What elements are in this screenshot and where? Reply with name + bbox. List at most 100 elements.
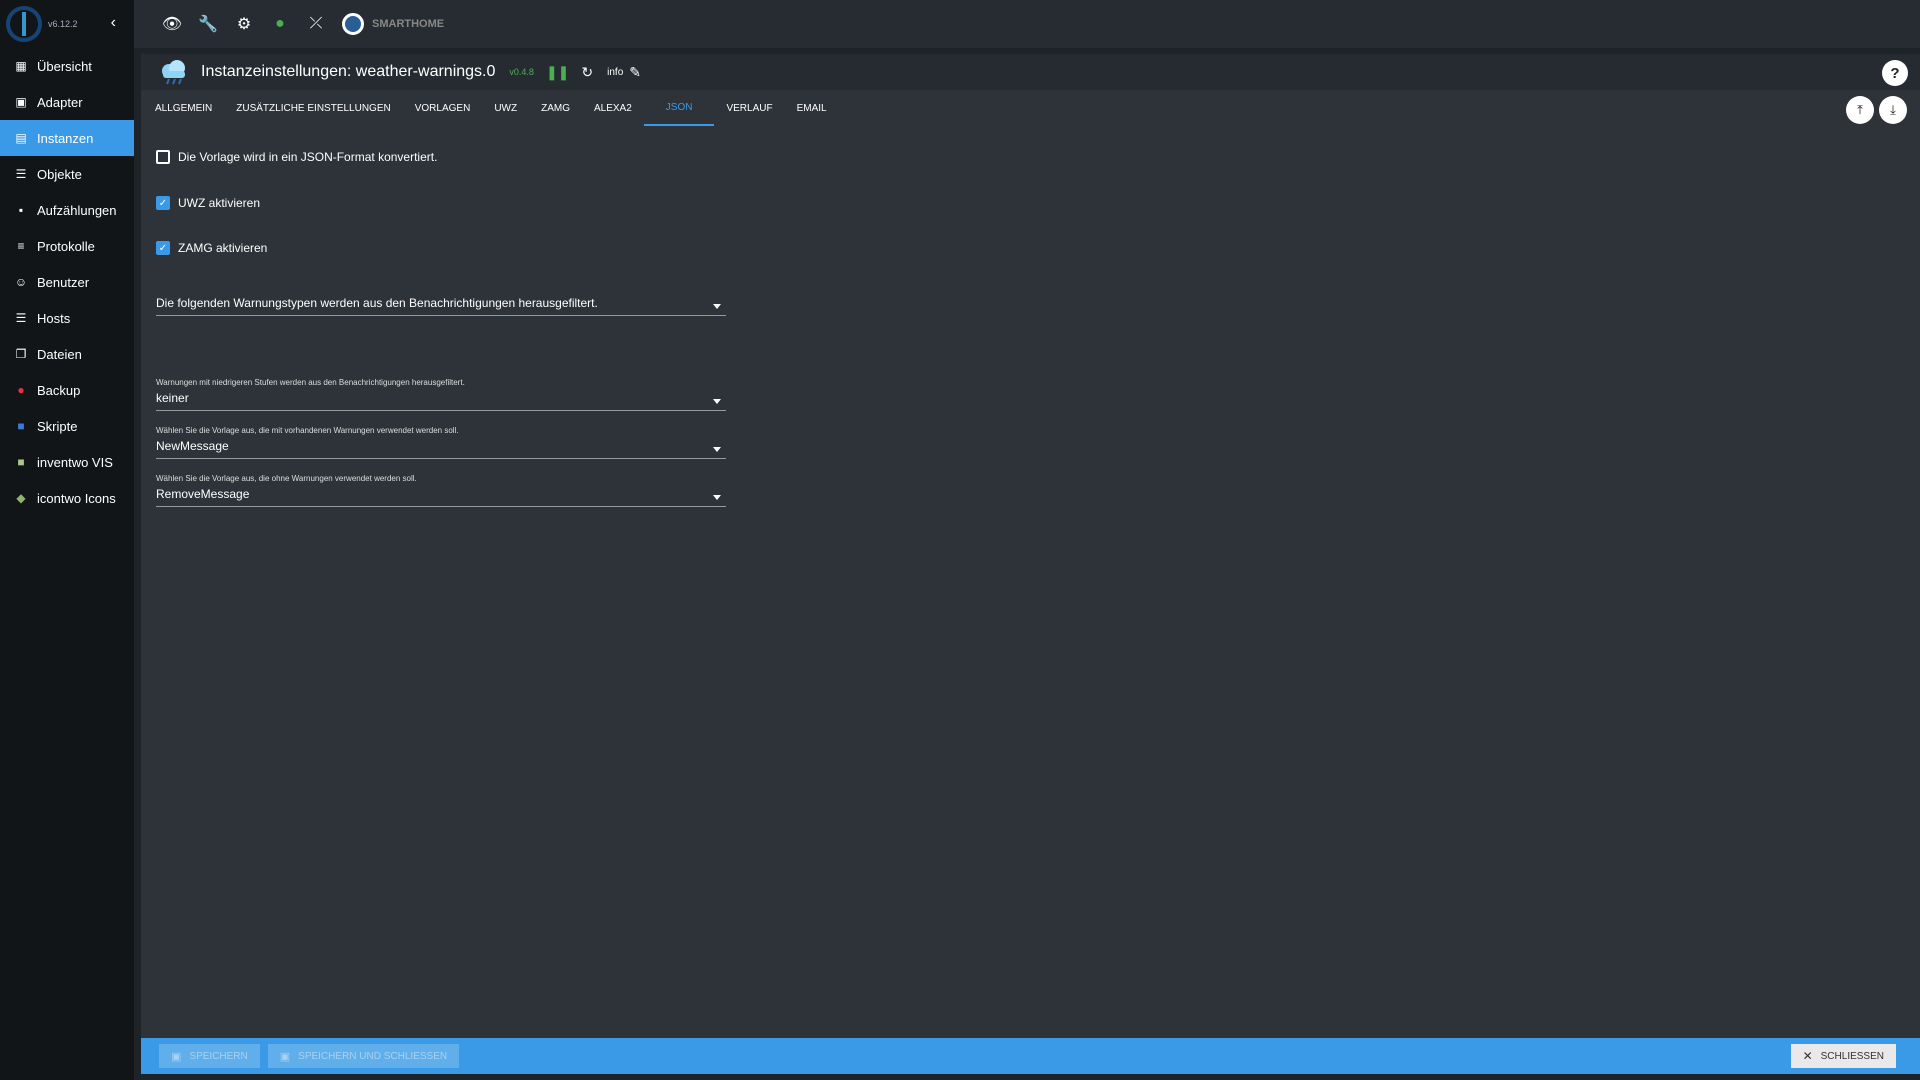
no-connection-icon[interactable]: ⤫	[306, 14, 326, 34]
close-button[interactable]: ✕ SCHLIESSEN	[1790, 1044, 1896, 1068]
template-with-warnings-value: NewMessage	[156, 439, 229, 453]
tab-alexa2[interactable]: ALEXA2	[582, 90, 644, 126]
zamg-enable-row[interactable]: ✓ ZAMG aktivieren	[156, 237, 267, 259]
help-button[interactable]: ?	[1882, 60, 1908, 86]
store-icon: ▣	[15, 95, 27, 109]
chevron-down-icon	[713, 447, 721, 452]
filter-level-select[interactable]: Warnungen mit niedrigeren Stufen werden …	[156, 378, 726, 411]
hosts-icon: ☰	[15, 311, 27, 325]
tab-json[interactable]: JSON	[643, 90, 715, 126]
json-format-row[interactable]: Die Vorlage wird in ein JSON-Format konv…	[156, 146, 437, 168]
info-label: info	[607, 66, 624, 78]
sidebar: v6.12.2 ‹ ▦ Übersicht ▣ Adapter ▤ Instanzen ☰ O…	[0, 0, 134, 1080]
uwz-enable-row[interactable]: ✓ UWZ aktivieren	[156, 192, 260, 214]
uwz-enable-checkbox[interactable]: ✓	[156, 196, 170, 210]
icontwo-icon: ◆	[16, 491, 26, 505]
sidebar-item-label: Skripte	[37, 418, 78, 434]
filter-types-select[interactable]: Die folgenden Warnungstypen werden aus d…	[156, 292, 726, 316]
uwz-enable-label: UWZ aktivieren	[178, 196, 261, 210]
reload-icon[interactable]: ↻	[581, 64, 593, 81]
sidebar-item-label: Instanzen	[37, 130, 94, 146]
user-icon: ☺	[14, 275, 28, 289]
wrench-icon[interactable]: 🔧	[198, 14, 218, 34]
filter-level-value: keiner	[156, 391, 189, 405]
tab-vorlagen[interactable]: VORLAGEN	[403, 90, 483, 126]
save-icon: ▣	[171, 1050, 182, 1063]
sidebar-item-inventwo-vis[interactable]: ■ inventwo VIS	[0, 444, 134, 480]
sidebar-item-übersicht[interactable]: ▦ Übersicht	[0, 48, 134, 84]
sidebar-header: v6.12.2 ‹	[0, 0, 134, 48]
smarthome-logo-icon	[342, 13, 364, 35]
close-label: SCHLIESSEN	[1820, 1050, 1884, 1062]
sidebar-item-hosts[interactable]: ☰ Hosts	[0, 300, 134, 336]
sidebar-item-adapter[interactable]: ▣ Adapter	[0, 84, 134, 120]
tab-zusätzliche-einstellungen[interactable]: ZUSÄTZLICHE EINSTELLUNGEN	[224, 90, 402, 126]
zamg-enable-checkbox[interactable]: ✓	[156, 241, 170, 255]
tab-uwz[interactable]: UWZ	[482, 90, 529, 126]
json-format-label: Die Vorlage wird in ein JSON-Format konv…	[178, 150, 438, 164]
pause-icon[interactable]: ❚❚	[546, 64, 569, 81]
save-label: SPEICHERN	[189, 1050, 248, 1062]
filter-level-label: Warnungen mit niedrigeren Stufen werden …	[156, 378, 465, 387]
template-without-warnings-select[interactable]: Wählen Sie die Vorlage aus, die ohne War…	[156, 474, 726, 507]
sidebar-item-label: Hosts	[37, 310, 71, 326]
sidebar-item-label: Benutzer	[37, 274, 90, 290]
sidebar-item-label: icontwo Icons	[37, 490, 116, 506]
grid-icon: ▦	[15, 59, 27, 73]
template-with-warnings-select[interactable]: Wählen Sie die Vorlage aus, die mit vorh…	[156, 426, 726, 459]
save-and-close-button[interactable]: ▣ SPEICHERN UND SCHLIESSEN	[267, 1044, 460, 1068]
instances-icon: ▤	[15, 131, 27, 145]
inventwo-icon: ■	[17, 455, 25, 469]
tab-allgemein[interactable]: ALLGEMEIN	[143, 90, 224, 126]
sidebar-item-aufzählungen[interactable]: ▪ Aufzählungen	[0, 192, 134, 228]
expert-mode-icon[interactable]: ●	[270, 14, 290, 34]
smarthome-brand: SMARTHOME	[372, 18, 445, 30]
template-without-warnings-label: Wählen Sie die Vorlage aus, die ohne War…	[156, 474, 417, 483]
collapse-sidebar-icon[interactable]: ‹	[111, 14, 116, 32]
sidebar-item-skripte[interactable]: ■ Skripte	[0, 408, 134, 444]
adapter-version: v0.4.8	[509, 67, 534, 77]
sidebar-item-dateien[interactable]: ❐ Dateien	[0, 336, 134, 372]
chevron-down-icon	[713, 495, 721, 500]
files-icon: ❐	[15, 347, 27, 361]
json-format-checkbox[interactable]	[156, 150, 170, 164]
sidebar-item-protokolle[interactable]: ≡ Protokolle	[0, 228, 134, 264]
chevron-down-icon	[713, 304, 721, 309]
weather-cloud-icon	[162, 60, 185, 85]
edit-icon[interactable]: ✎	[629, 64, 641, 81]
download-button[interactable]: ⤓	[1879, 96, 1907, 124]
sidebar-item-icontwo-icons[interactable]: ◆ icontwo Icons	[0, 480, 134, 516]
save-and-close-label: SPEICHERN UND SCHLIESSEN	[298, 1050, 448, 1062]
footer-bar: ▣ SPEICHERN ▣ SPEICHERN UND SCHLIESSEN ✕…	[141, 1038, 1920, 1074]
sidebar-item-backup[interactable]: ● Backup	[0, 372, 134, 408]
enum-icon: ▪	[18, 203, 24, 217]
log-icon: ≡	[17, 239, 25, 253]
tab-bar: ALLGEMEIN ZUSÄTZLICHE EINSTELLUNGEN VORLAG…	[141, 90, 1920, 126]
template-without-warnings-value: RemoveMessage	[156, 487, 250, 501]
instance-title-bar: Instanzeinstellungen: weather-warnings.0…	[141, 54, 1920, 90]
sidebar-item-instanzen[interactable]: ▤ Instanzen	[0, 120, 134, 156]
filter-types-value: Die folgenden Warnungstypen werden aus d…	[156, 296, 598, 310]
tab-zamg[interactable]: ZAMG	[529, 90, 582, 126]
sidebar-nav: ▦ Übersicht ▣ Adapter ▤ Instanzen ☰ Objekte ▪ Auf…	[0, 48, 134, 516]
sidebar-item-label: inventwo VIS	[37, 454, 113, 470]
gear-icon[interactable]: ⚙	[234, 14, 254, 34]
scripts-icon: ■	[17, 419, 25, 433]
sidebar-item-label: Adapter	[37, 94, 83, 110]
sidebar-item-benutzer[interactable]: ☺ Benutzer	[0, 264, 134, 300]
iobroker-logo[interactable]	[6, 6, 42, 42]
save-button[interactable]: ▣ SPEICHERN	[159, 1044, 260, 1068]
tab-email[interactable]: EMAIL	[785, 90, 839, 126]
template-with-warnings-label: Wählen Sie die Vorlage aus, die mit vorh…	[156, 426, 459, 435]
eye-icon[interactable]: 👁	[162, 14, 182, 34]
close-icon: ✕	[1802, 1049, 1813, 1063]
tab-verlauf[interactable]: VERLAUF	[714, 90, 784, 126]
topbar: 👁 🔧 ⚙ ● ⤫ SMARTHOME	[134, 0, 1920, 48]
save-icon: ▣	[279, 1050, 291, 1063]
upload-button[interactable]: ⤒	[1846, 96, 1874, 124]
chevron-down-icon	[713, 399, 721, 404]
list-icon: ☰	[15, 167, 27, 181]
sidebar-item-label: Protokolle	[37, 238, 95, 254]
page-title: Instanzeinstellungen: weather-warnings.0	[201, 63, 496, 80]
sidebar-item-objekte[interactable]: ☰ Objekte	[0, 156, 134, 192]
